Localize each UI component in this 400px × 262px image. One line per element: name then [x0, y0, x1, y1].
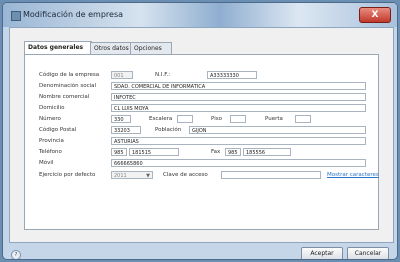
- provincia-label: Provincia: [39, 138, 64, 144]
- cp-field[interactable]: 33203: [111, 126, 141, 134]
- help-icon[interactable]: ?: [11, 250, 21, 259]
- cancel-button[interactable]: Cancelar: [347, 247, 389, 259]
- ejercicio-label: Ejercicio por defecto: [39, 172, 96, 178]
- dialog-window: Modificación de empresa X Datos generale…: [2, 2, 398, 260]
- close-button[interactable]: X: [359, 7, 391, 23]
- movil-field[interactable]: 666665860: [111, 159, 366, 167]
- domicilio-field[interactable]: CL LUIS MOYA: [111, 104, 366, 112]
- nombre-label: Nombre comercial: [39, 94, 90, 100]
- escalera-field[interactable]: [177, 115, 193, 123]
- clave-field[interactable]: [221, 171, 321, 179]
- poblacion-field[interactable]: GIJON: [189, 126, 366, 134]
- ejercicio-value: 2011: [114, 173, 127, 179]
- general-data-panel: Código de la empresa 001 N.I.F.: A333333…: [24, 54, 379, 230]
- piso-field[interactable]: [230, 115, 246, 123]
- accept-button[interactable]: Aceptar: [301, 247, 343, 259]
- puerta-label: Puerta: [265, 116, 283, 122]
- fax-field[interactable]: 185556: [243, 148, 291, 156]
- fax-label: Fax: [211, 149, 221, 155]
- ejercicio-select[interactable]: 2011 ▼: [111, 171, 153, 179]
- window-title: Modificación de empresa: [23, 10, 124, 19]
- denominacion-label: Denominación social: [39, 83, 97, 89]
- dialog-body: Datos generales Otros datos Opciones Cód…: [9, 27, 394, 243]
- domicilio-label: Domicilio: [39, 105, 65, 111]
- clave-label: Clave de acceso: [163, 172, 208, 178]
- escalera-label: Escalera: [149, 116, 173, 122]
- app-icon: [11, 11, 21, 21]
- telefono-field[interactable]: 181515: [129, 148, 179, 156]
- telefono-prefix-field[interactable]: 985: [111, 148, 127, 156]
- nif-field[interactable]: A33333330: [207, 71, 257, 79]
- nombre-field[interactable]: INFOTEC: [111, 93, 366, 101]
- cp-label: Código Postal: [39, 127, 77, 133]
- fax-prefix-field[interactable]: 985: [225, 148, 241, 156]
- denominacion-field[interactable]: SDAD. COMERCIAL DE INFORMATICA: [111, 82, 366, 90]
- codigo-label: Código de la empresa: [39, 72, 100, 78]
- tab-datos-generales[interactable]: Datos generales: [24, 41, 92, 55]
- tab-opciones[interactable]: Opciones: [130, 42, 172, 54]
- title-bar[interactable]: Modificación de empresa X: [3, 3, 397, 27]
- numero-label: Número: [39, 116, 61, 122]
- movil-label: Móvil: [39, 160, 54, 166]
- poblacion-label: Población: [155, 127, 182, 133]
- nif-label: N.I.F.:: [155, 72, 171, 78]
- numero-field[interactable]: 330: [111, 115, 131, 123]
- telefono-label: Teléfono: [39, 149, 62, 155]
- codigo-field[interactable]: 001: [111, 71, 133, 79]
- chevron-down-icon: ▼: [146, 173, 150, 179]
- mostrar-caracteres-link[interactable]: Mostrar caracteres: [327, 172, 379, 178]
- piso-label: Piso: [211, 116, 222, 122]
- puerta-field[interactable]: [295, 115, 311, 123]
- provincia-field[interactable]: ASTURIAS: [111, 137, 366, 145]
